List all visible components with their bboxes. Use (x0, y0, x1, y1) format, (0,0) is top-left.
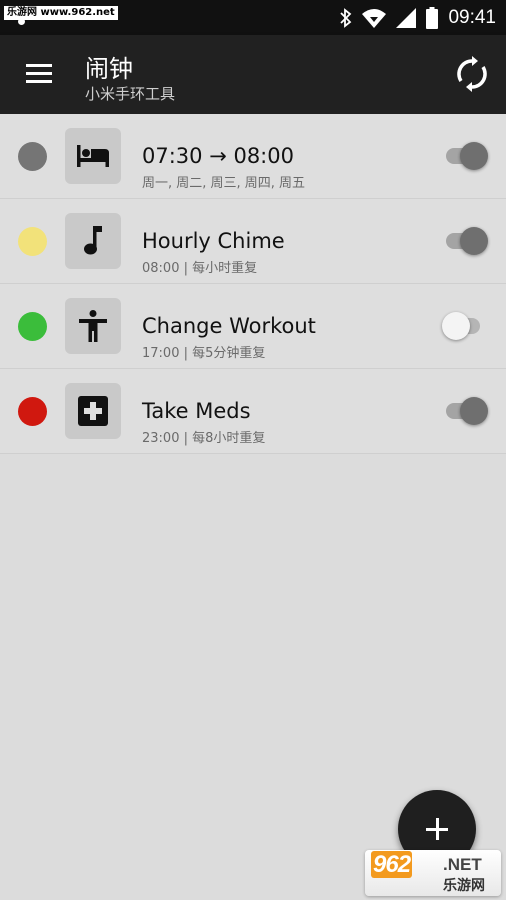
alarm-row[interactable]: Take Meds 23:00 | 每8小时重复 (0, 369, 506, 454)
bluetooth-icon (340, 7, 352, 28)
page-title: 闹钟 (85, 55, 133, 83)
hamburger-menu-icon[interactable] (26, 64, 52, 84)
alarm-icon-box[interactable] (65, 128, 121, 184)
app-bar: 闹钟 小米手环工具 (0, 35, 506, 114)
medical-cross-icon (78, 396, 108, 426)
status-icons: 09:41 (340, 5, 496, 30)
alarm-row[interactable]: 07:30 → 08:00 周一, 周二, 周三, 周四, 周五 (0, 114, 506, 199)
person-workout-icon (79, 310, 107, 342)
battery-icon (426, 6, 439, 29)
alarm-color-dot[interactable] (18, 142, 47, 171)
alarm-color-dot[interactable] (18, 397, 47, 426)
status-bar: 乐游网 www.962.net 09:41 (0, 0, 506, 35)
alarm-toggle[interactable] (442, 226, 488, 256)
alarm-title: Change Workout (142, 314, 316, 338)
signal-icon (396, 7, 417, 28)
alarm-toggle[interactable] (442, 396, 488, 426)
clock-time: 09:41 (448, 6, 496, 28)
wifi-icon (362, 8, 387, 28)
alarm-subtitle: 17:00 | 每5分钟重复 (142, 346, 266, 361)
bed-icon (77, 145, 109, 167)
alarm-subtitle: 08:00 | 每小时重复 (142, 261, 258, 276)
alarm-row[interactable]: Change Workout 17:00 | 每5分钟重复 (0, 284, 506, 369)
page-subtitle: 小米手环工具 (85, 85, 176, 103)
alarm-title: Hourly Chime (142, 229, 285, 253)
alarm-subtitle: 23:00 | 每8小时重复 (142, 431, 266, 446)
alarm-toggle[interactable] (442, 311, 488, 341)
watermark-logo: 962 .NET 乐游网 (365, 850, 501, 896)
alarm-list: 07:30 → 08:00 周一, 周二, 周三, 周四, 周五 Hourly … (0, 114, 506, 454)
alarm-title: Take Meds (142, 399, 251, 423)
alarm-color-dot[interactable] (18, 227, 47, 256)
notification-dot-icon (18, 18, 25, 25)
alarm-color-dot[interactable] (18, 312, 47, 341)
alarm-icon-box[interactable] (65, 298, 121, 354)
sync-icon[interactable] (454, 56, 490, 92)
music-note-icon (84, 226, 102, 255)
watermark-net: .NET (443, 855, 482, 874)
alarm-icon-box[interactable] (65, 383, 121, 439)
alarm-icon-box[interactable] (65, 213, 121, 269)
alarm-title: 07:30 → 08:00 (142, 144, 294, 168)
alarm-toggle[interactable] (442, 141, 488, 171)
watermark-cn: 乐游网 (443, 878, 485, 894)
alarm-subtitle: 周一, 周二, 周三, 周四, 周五 (142, 176, 306, 191)
alarm-row[interactable]: Hourly Chime 08:00 | 每小时重复 (0, 199, 506, 284)
watermark-number: 962 (371, 851, 413, 878)
